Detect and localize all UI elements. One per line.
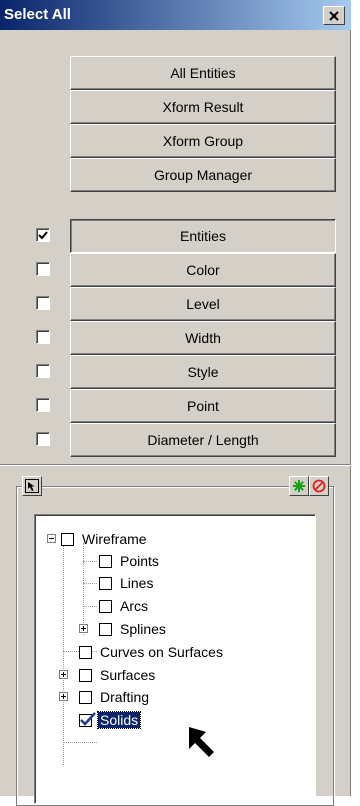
xform-result-button[interactable]: Xform Result <box>70 90 336 124</box>
surfaces-label: Surfaces <box>100 667 156 683</box>
solids-label: Solids <box>96 711 142 729</box>
style-checkbox[interactable] <box>36 364 50 378</box>
entity-type-tree[interactable]: Wireframe Points Lines Arcs Splines Curv… <box>34 514 316 804</box>
curves-on-surfaces-checkbox[interactable] <box>79 645 92 659</box>
close-button[interactable] <box>323 6 345 25</box>
tree-node-curves-on-surfaces[interactable]: Curves on Surfaces <box>79 642 225 662</box>
width-filter-button[interactable]: Width <box>70 321 336 355</box>
curves-on-surfaces-label: Curves on Surfaces <box>100 644 223 660</box>
splines-expand-button[interactable] <box>79 624 88 633</box>
tree-connector <box>63 742 97 743</box>
lines-label: Lines <box>120 575 154 591</box>
tree-node-points[interactable]: Points <box>99 551 161 571</box>
tree-node-solids[interactable]: Solids <box>79 710 142 730</box>
title-bar[interactable]: Select All <box>0 0 351 30</box>
mouse-pointer-icon <box>189 727 214 757</box>
point-checkbox[interactable] <box>36 398 50 412</box>
tree-connector <box>83 583 97 584</box>
diameter-length-filter-button[interactable]: Diameter / Length <box>70 423 336 457</box>
color-checkbox[interactable] <box>36 262 50 276</box>
plus-icon <box>81 626 86 631</box>
checkmark-icon <box>38 231 48 240</box>
close-icon <box>329 10 339 21</box>
group-manager-button[interactable]: Group Manager <box>70 158 336 192</box>
wireframe-label: Wireframe <box>82 531 147 547</box>
tree-connector <box>83 561 97 562</box>
tree-node-splines[interactable]: Splines <box>99 619 168 639</box>
level-filter-button[interactable]: Level <box>70 287 336 321</box>
wireframe-checkbox[interactable] <box>61 532 74 546</box>
point-filter-button[interactable]: Point <box>70 389 336 423</box>
tree-connector <box>83 606 97 607</box>
plus-icon <box>61 672 66 677</box>
splines-checkbox[interactable] <box>99 622 112 636</box>
tree-node-lines[interactable]: Lines <box>99 573 155 593</box>
dialog-title: Select All <box>4 6 71 23</box>
level-checkbox[interactable] <box>36 296 50 310</box>
tree-connector <box>83 543 84 635</box>
select-all-tree-button[interactable] <box>289 476 309 496</box>
tree-node-wireframe[interactable]: Wireframe <box>61 529 149 549</box>
select-tool-button[interactable] <box>22 476 42 496</box>
select-all-dialog: Select All All Entities Xform Result Xfo… <box>0 0 351 806</box>
points-checkbox[interactable] <box>99 554 112 568</box>
wireframe-collapse-button[interactable] <box>47 534 56 543</box>
style-filter-button[interactable]: Style <box>70 355 336 389</box>
arcs-checkbox[interactable] <box>99 599 112 613</box>
width-checkbox[interactable] <box>36 330 50 344</box>
tree-node-surfaces[interactable]: Surfaces <box>79 665 157 685</box>
no-none-icon <box>312 479 326 493</box>
tree-node-drafting[interactable]: Drafting <box>79 687 151 707</box>
plus-icon <box>61 694 66 699</box>
drafting-expand-button[interactable] <box>59 692 68 701</box>
splines-label: Splines <box>120 621 166 637</box>
all-entities-button[interactable]: All Entities <box>70 56 336 90</box>
surfaces-expand-button[interactable] <box>59 670 68 679</box>
drafting-checkbox[interactable] <box>79 690 92 704</box>
arcs-label: Arcs <box>120 598 148 614</box>
lines-checkbox[interactable] <box>99 576 112 590</box>
xform-group-button[interactable]: Xform Group <box>70 124 336 158</box>
tree-connector <box>63 541 64 765</box>
surfaces-checkbox[interactable] <box>79 668 92 682</box>
tree-node-arcs[interactable]: Arcs <box>99 596 150 616</box>
color-filter-button[interactable]: Color <box>70 253 336 287</box>
arrow-select-icon <box>25 479 39 493</box>
checkmark-icon <box>80 711 96 726</box>
solids-checkbox[interactable] <box>79 711 96 727</box>
select-none-tree-button[interactable] <box>309 476 329 496</box>
diameter-length-checkbox[interactable] <box>36 432 50 446</box>
section-divider <box>0 464 351 466</box>
drafting-label: Drafting <box>100 689 150 705</box>
points-label: Points <box>120 553 159 569</box>
entities-checkbox[interactable] <box>36 228 50 242</box>
asterisk-all-icon <box>293 480 305 492</box>
entities-filter-button[interactable]: Entities <box>70 219 336 253</box>
minus-icon <box>49 538 54 539</box>
